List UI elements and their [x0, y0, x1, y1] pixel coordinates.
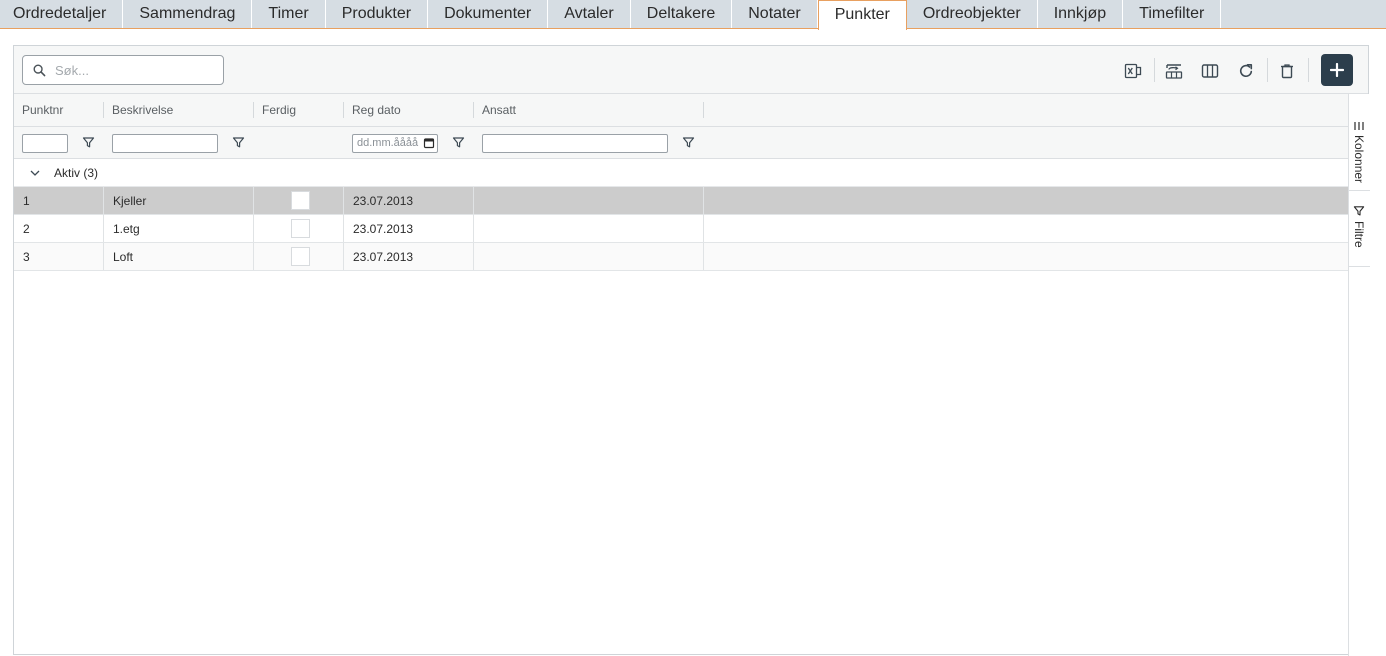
tab-punkter[interactable]: Punkter [817, 0, 907, 30]
tab-avtaler[interactable]: Avtaler [548, 0, 631, 28]
column-header-punktnr[interactable]: Punktnr [14, 94, 104, 127]
cell-ansatt [474, 187, 704, 214]
cell-ferdig [254, 187, 344, 214]
cell-ferdig [254, 215, 344, 242]
filters-side-button[interactable]: Filtre [1349, 191, 1370, 267]
table-row[interactable]: 3 Loft 23.07.2013 [14, 243, 1348, 271]
tab-sammendrag[interactable]: Sammendrag [123, 0, 253, 28]
group-row-aktiv[interactable]: Aktiv (3) [14, 159, 1348, 187]
chevron-down-icon[interactable] [29, 167, 41, 179]
filter-side-icon [1353, 206, 1365, 216]
tab-notater[interactable]: Notater [732, 0, 818, 28]
filter-icon[interactable] [232, 136, 245, 149]
side-panel: Kolonner Filtre [1348, 94, 1370, 656]
columns-side-button[interactable]: Kolonner [1349, 111, 1370, 191]
toolbar-divider [1308, 58, 1309, 82]
tab-bar: Ordredetaljer Sammendrag Timer Produkter… [0, 0, 1386, 30]
search-box[interactable] [22, 55, 224, 85]
tab-deltakere[interactable]: Deltakere [631, 0, 733, 28]
column-header-beskrivelse[interactable]: Beskrivelse [104, 94, 254, 127]
filters-side-label: Filtre [1352, 221, 1366, 248]
ferdig-checkbox[interactable] [291, 191, 310, 210]
tab-innkjop[interactable]: Innkjøp [1038, 0, 1124, 28]
add-button[interactable] [1321, 54, 1353, 86]
table-row[interactable]: 2 1.etg 23.07.2013 [14, 215, 1348, 243]
filter-punktnr-input[interactable] [22, 134, 68, 153]
calendar-icon[interactable] [423, 137, 435, 149]
tab-timefilter[interactable]: Timefilter [1123, 0, 1222, 28]
date-placeholder: dd.mm.åååå [357, 137, 419, 149]
filter-beskrivelse-input[interactable] [112, 134, 218, 153]
cell-beskrivelse: Kjeller [104, 187, 254, 214]
tab-timer[interactable]: Timer [252, 0, 326, 28]
cell-punktnr: 3 [14, 243, 104, 270]
table-row[interactable]: 1 Kjeller 23.07.2013 [14, 187, 1348, 215]
search-icon [33, 64, 46, 76]
tab-ordredetaljer[interactable]: Ordredetaljer [0, 0, 124, 28]
cell-reg-dato: 23.07.2013 [344, 243, 474, 270]
cell-reg-dato: 23.07.2013 [344, 215, 474, 242]
tab-dokumenter[interactable]: Dokumenter [428, 0, 549, 28]
group-rows-icon[interactable] [1164, 61, 1184, 81]
cell-ansatt [474, 243, 704, 270]
refresh-icon[interactable] [1236, 61, 1256, 81]
cell-beskrivelse: 1.etg [104, 215, 254, 242]
cell-reg-dato: 23.07.2013 [344, 187, 474, 214]
filter-icon[interactable] [82, 136, 95, 149]
ferdig-checkbox[interactable] [291, 247, 310, 266]
cell-ansatt [474, 215, 704, 242]
column-header-ferdig[interactable]: Ferdig [254, 94, 344, 127]
filter-reg-dato-input[interactable]: dd.mm.åååå [352, 134, 438, 153]
column-header-ansatt[interactable]: Ansatt [474, 94, 704, 127]
tab-ordreobjekter[interactable]: Ordreobjekter [907, 0, 1038, 28]
column-header-reg-dato[interactable]: Reg dato [344, 94, 474, 127]
plus-icon [1330, 63, 1344, 77]
punkter-grid: Punktnr Beskrivelse Ferdig Reg dato Ansa… [14, 94, 1348, 271]
ferdig-checkbox[interactable] [291, 219, 310, 238]
filter-row: dd.mm.åååå [14, 127, 1348, 159]
filter-icon[interactable] [682, 136, 695, 149]
filter-icon[interactable] [452, 136, 465, 149]
punkter-panel: Punktnr Beskrivelse Ferdig Reg dato Ansa… [13, 45, 1370, 656]
grid-toolbar [14, 46, 1368, 94]
tab-produkter[interactable]: Produkter [326, 0, 429, 28]
columns-side-icon [1354, 122, 1364, 130]
toolbar-divider [1154, 58, 1155, 82]
cell-ferdig [254, 243, 344, 270]
columns-side-label: Kolonner [1352, 135, 1366, 184]
excel-export-icon[interactable] [1123, 61, 1143, 81]
cell-punktnr: 1 [14, 187, 104, 214]
columns-icon[interactable] [1200, 61, 1220, 81]
search-input[interactable] [55, 62, 215, 78]
toolbar-divider [1267, 58, 1268, 82]
grid-header: Punktnr Beskrivelse Ferdig Reg dato Ansa… [14, 94, 1348, 127]
cell-beskrivelse: Loft [104, 243, 254, 270]
filter-ansatt-input[interactable] [482, 134, 668, 153]
cell-punktnr: 2 [14, 215, 104, 242]
group-label: Aktiv (3) [54, 166, 99, 180]
delete-icon[interactable] [1277, 61, 1297, 81]
